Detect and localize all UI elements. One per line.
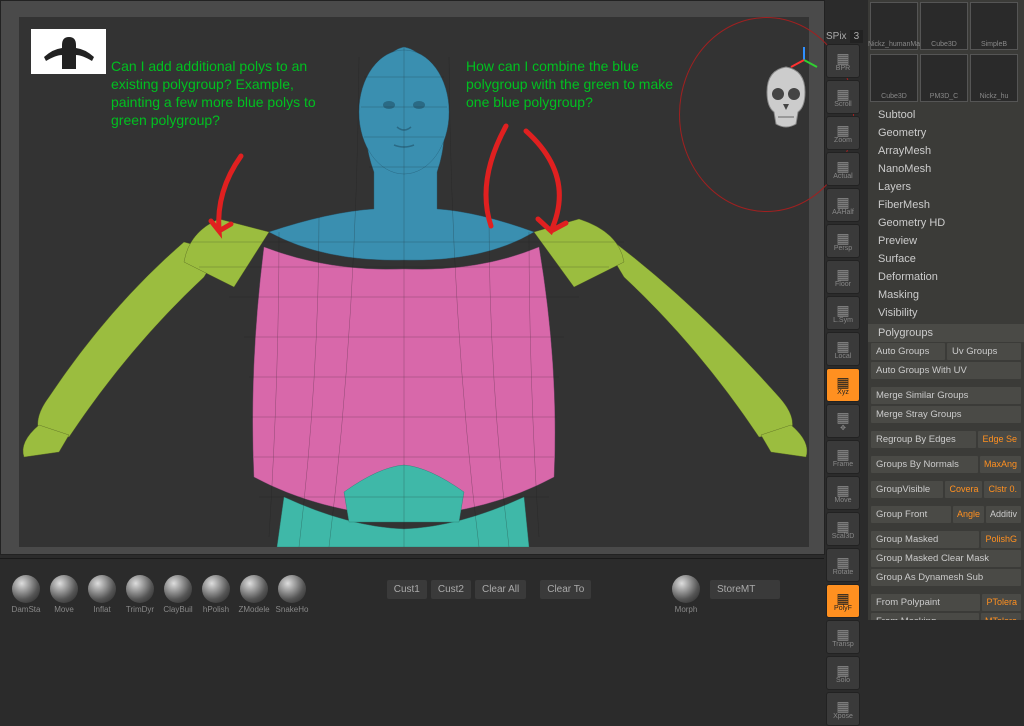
vtool-xyz[interactable]: ▦Xyz <box>826 368 860 402</box>
from-polypaint-button[interactable]: From Polypaint <box>871 594 980 611</box>
tool-thumb[interactable]: Cube3D <box>870 54 918 102</box>
spix-control[interactable]: SPix3 <box>826 30 863 43</box>
brush-claybuil[interactable]: ClayBuil <box>160 566 196 614</box>
brush-snakeho[interactable]: SnakeHo <box>274 566 310 614</box>
vtool-xpose[interactable]: ▦Xpose <box>826 692 860 726</box>
vtool-actual[interactable]: ▦Actual <box>826 152 860 186</box>
uv-groups-button[interactable]: Uv Groups <box>947 343 1021 360</box>
orientation-skull[interactable] <box>759 62 814 132</box>
vtool-zoom3d[interactable]: ▦✥ <box>826 404 860 438</box>
tool-thumb[interactable]: Nickz_hu <box>970 54 1018 102</box>
auto-groups-uv-button[interactable]: Auto Groups With UV <box>871 362 1021 379</box>
vtool-solo[interactable]: ▦Solo <box>826 656 860 690</box>
vtool-scroll[interactable]: ▦Scroll <box>826 80 860 114</box>
section-deformation[interactable]: Deformation <box>868 268 1024 286</box>
cust1-button[interactable]: Cust1 <box>387 580 427 599</box>
app-canvas: Can I add additional polys to an existin… <box>0 0 825 555</box>
from-masking-button[interactable]: From Masking <box>871 613 979 620</box>
section-polygroups[interactable]: Polygroups <box>868 324 1024 342</box>
merge-stray-button[interactable]: Merge Stray Groups <box>871 406 1021 423</box>
section-arraymesh[interactable]: ArrayMesh <box>868 142 1024 160</box>
maxangle-slider[interactable]: MaxAng <box>980 456 1021 473</box>
section-subtool[interactable]: Subtool <box>868 106 1024 124</box>
annotation-left: Can I add additional polys to an existin… <box>111 57 321 129</box>
bottom-bar: DamStaMoveInflatTrimDyrClayBuilhPolishZM… <box>0 558 824 620</box>
section-masking[interactable]: Masking <box>868 286 1024 304</box>
vtool-persp[interactable]: ▦Persp <box>826 224 860 258</box>
auto-groups-button[interactable]: Auto Groups <box>871 343 945 360</box>
annotation-arrow-left <box>201 151 281 251</box>
groups-normals-button[interactable]: Groups By Normals <box>871 456 978 473</box>
merge-similar-button[interactable]: Merge Similar Groups <box>871 387 1021 404</box>
tool-thumb[interactable]: Nickz_humanMa <box>870 2 918 50</box>
morph-button[interactable]: Morph <box>668 566 704 614</box>
vtool-local[interactable]: ▦Local <box>826 332 860 366</box>
tool-thumbnail[interactable] <box>31 29 106 74</box>
brush-move[interactable]: Move <box>46 566 82 614</box>
group-visible-button[interactable]: GroupVisible <box>871 481 943 498</box>
tool-thumb[interactable]: Cube3D <box>920 2 968 50</box>
clearall-button[interactable]: Clear All <box>475 580 526 599</box>
section-layers[interactable]: Layers <box>868 178 1024 196</box>
vtool-aahalf[interactable]: ▦AAHalf <box>826 188 860 222</box>
group-masked-clear-button[interactable]: Group Masked Clear Mask <box>871 550 1021 567</box>
brush-trimdyr[interactable]: TrimDyr <box>122 566 158 614</box>
annotation-arrow-right <box>466 121 596 261</box>
section-geometry-hd[interactable]: Geometry HD <box>868 214 1024 232</box>
tool-thumb[interactable]: PM3D_C <box>920 54 968 102</box>
storemt-button[interactable]: StoreMT <box>710 580 780 599</box>
edge-slider[interactable]: Edge Se <box>978 431 1021 448</box>
regroup-edges-button[interactable]: Regroup By Edges <box>871 431 976 448</box>
section-visibility[interactable]: Visibility <box>868 304 1024 322</box>
vtool-lsym[interactable]: ▦L.Sym <box>826 296 860 330</box>
group-front-button[interactable]: Group Front <box>871 506 951 523</box>
vtool-scale3d[interactable]: ▦Scal3D <box>826 512 860 546</box>
group-masked-button[interactable]: Group Masked <box>871 531 979 548</box>
section-geometry[interactable]: Geometry <box>868 124 1024 142</box>
vtool-move[interactable]: ▦Move <box>826 476 860 510</box>
section-preview[interactable]: Preview <box>868 232 1024 250</box>
vtool-bpr[interactable]: ▦BPR <box>826 44 860 78</box>
brush-inflat[interactable]: Inflat <box>84 566 120 614</box>
tool-panel: Nickz_humanMaCube3DSimpleB Cube3DPM3D_CN… <box>868 0 1024 620</box>
vtool-transp[interactable]: ▦Transp <box>826 620 860 654</box>
brush-hpolish[interactable]: hPolish <box>198 566 234 614</box>
panel-sections-top: SubtoolGeometryArrayMeshNanoMeshLayersFi… <box>868 104 1024 324</box>
cust2-button[interactable]: Cust2 <box>431 580 471 599</box>
section-surface[interactable]: Surface <box>868 250 1024 268</box>
clearto-button[interactable]: Clear To <box>540 580 591 599</box>
group-dynamesh-button[interactable]: Group As Dynamesh Sub <box>871 569 1021 586</box>
vtool-zoom[interactable]: ▦Zoom <box>826 116 860 150</box>
tool-thumbnails-row: Cube3DPM3D_CNickz_hu <box>868 52 1024 104</box>
brush-tray: DamStaMoveInflatTrimDyrClayBuilhPolishZM… <box>8 566 310 614</box>
section-fibermesh[interactable]: FiberMesh <box>868 196 1024 214</box>
section-nanomesh[interactable]: NanoMesh <box>868 160 1024 178</box>
vtool-frame[interactable]: ▦Frame <box>826 440 860 474</box>
right-vertical-toolbar: ▦BPR▦Scroll▦Zoom▦Actual▦AAHalf▦Persp▦Flo… <box>826 44 864 726</box>
tool-thumbnails-row: Nickz_humanMaCube3DSimpleB <box>868 0 1024 52</box>
vtool-rotate[interactable]: ▦Rotate <box>826 548 860 582</box>
annotation-right: How can I combine the blue polygroup wit… <box>466 57 696 111</box>
brush-damsta[interactable]: DamSta <box>8 566 44 614</box>
tool-thumb[interactable]: SimpleB <box>970 2 1018 50</box>
vtool-floor[interactable]: ▦Floor <box>826 260 860 294</box>
vtool-polyf[interactable]: ▦PolyF <box>826 584 860 618</box>
brush-zmodele[interactable]: ZModele <box>236 566 272 614</box>
